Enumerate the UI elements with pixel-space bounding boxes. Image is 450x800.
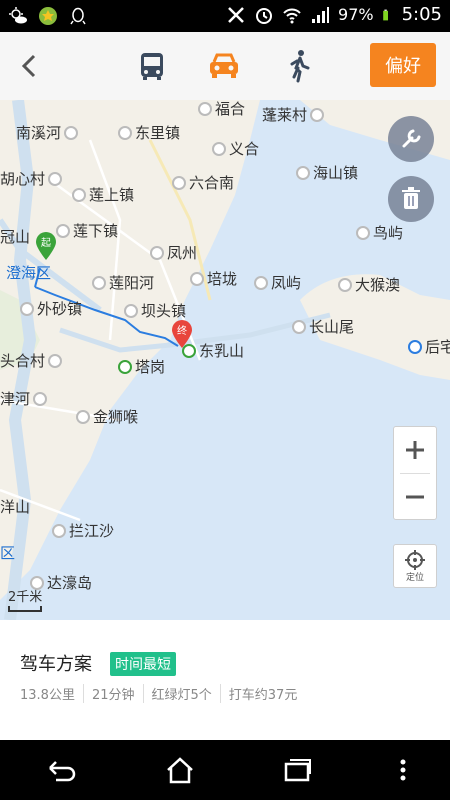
car-mode-button[interactable]	[204, 46, 244, 86]
plus-icon	[406, 441, 424, 459]
walk-mode-button[interactable]	[280, 46, 320, 86]
route-duration: 21分钟	[82, 684, 143, 703]
place-label: 大猴澳	[338, 274, 400, 295]
preference-button[interactable]: 偏好	[370, 43, 436, 87]
battery-icon	[382, 9, 388, 20]
place-label: 头合村	[0, 350, 63, 371]
map-scale: 2千米	[8, 586, 42, 612]
route-tag-badge: 时间最短	[110, 652, 176, 676]
place-label: 莲上镇	[72, 184, 134, 205]
place-label: 蓬莱村	[262, 104, 325, 125]
bus-mode-button[interactable]	[132, 46, 172, 86]
tools-button[interactable]	[388, 116, 434, 162]
locate-button[interactable]: 定位	[393, 544, 437, 588]
place-label: 冠山	[0, 228, 31, 246]
alarm-icon	[256, 7, 273, 24]
place-label: 东里镇	[118, 122, 180, 143]
walk-icon	[290, 50, 310, 83]
qq-icon	[70, 7, 86, 25]
notification-icons	[8, 6, 88, 26]
map-view[interactable]: 南溪河 东里镇 福合 蓬莱村 义合 胡心村 莲上镇 六合南 海山镇 冠山 莲下镇…	[0, 100, 450, 620]
place-label: 莲下镇	[56, 220, 118, 241]
battery-percent: 97%	[338, 5, 374, 24]
start-marker-label: 起	[41, 238, 51, 249]
zoom-out-button[interactable]	[394, 474, 436, 520]
place-label: 津河	[0, 388, 48, 409]
place-label: 凤州	[150, 242, 197, 263]
cellular-signal-icon	[312, 6, 330, 23]
place-label: 培垅	[190, 268, 237, 289]
place-label: 长山尾	[292, 316, 354, 337]
overflow-menu-icon[interactable]	[399, 758, 407, 782]
chevron-left-icon	[21, 54, 36, 78]
locate-label: 定位	[405, 572, 424, 583]
system-nav-bar	[0, 740, 450, 800]
place-label: 外砂镇	[20, 298, 82, 319]
place-label: 莲阳河	[92, 272, 154, 293]
bus-icon	[141, 53, 163, 80]
place-label: 拦江沙	[52, 520, 114, 541]
clock: 5:05	[401, 4, 442, 25]
place-label: 海山镇	[296, 162, 358, 183]
status-bar: 97% 5:05	[0, 0, 450, 32]
trash-icon	[402, 187, 420, 209]
place-label: 塔岗	[118, 356, 165, 377]
recent-apps-nav-button[interactable]	[282, 758, 312, 782]
wrench-icon	[402, 129, 421, 148]
route-summary-panel[interactable]: 驾车方案 时间最短 13.8公里 21分钟 红绿灯5个 打车约37元	[0, 620, 450, 740]
route-stats: 13.8公里 21分钟 红绿灯5个 打车约37元	[20, 684, 305, 703]
route-traffic-lights: 红绿灯5个	[142, 684, 220, 703]
place-label: 义合	[212, 138, 259, 159]
route-distance: 13.8公里	[20, 688, 75, 703]
home-nav-button[interactable]	[165, 756, 195, 784]
crosshair-icon	[405, 549, 425, 570]
place-label: 六合南	[172, 172, 234, 193]
end-marker-label: 终	[177, 326, 187, 337]
back-nav-button[interactable]	[44, 758, 78, 782]
place-label: 南溪河	[16, 122, 79, 143]
minus-icon	[406, 495, 424, 499]
route-plan-title: 驾车方案	[20, 654, 92, 675]
car-icon	[210, 53, 238, 78]
clear-button[interactable]	[388, 176, 434, 222]
place-label: 胡心村	[0, 168, 63, 189]
place-label: 区	[0, 544, 16, 562]
weather-icon	[9, 7, 27, 24]
zoom-in-button[interactable]	[394, 427, 436, 473]
app-notification-icon	[39, 7, 57, 25]
end-marker[interactable]: 终	[172, 320, 192, 348]
place-label: 后宅	[408, 336, 450, 357]
place-label: 澄海区	[6, 264, 52, 282]
wifi-icon	[283, 8, 301, 23]
place-label: 坝头镇	[124, 300, 186, 321]
place-label: 金狮喉	[76, 406, 138, 427]
no-signal-icon	[228, 6, 244, 23]
route-mode-bar: 偏好	[0, 32, 450, 101]
place-label: 福合	[198, 100, 245, 119]
zoom-control	[393, 426, 437, 520]
preference-label: 偏好	[385, 56, 421, 77]
start-marker[interactable]: 起	[36, 232, 56, 260]
scale-label: 2千米	[8, 590, 43, 605]
place-label: 洋山	[0, 498, 31, 516]
place-label: 凤屿	[254, 272, 301, 293]
route-taxi-fare: 打车约37元	[219, 684, 306, 703]
back-button[interactable]	[14, 48, 44, 84]
place-label: 鸟屿	[356, 222, 403, 243]
